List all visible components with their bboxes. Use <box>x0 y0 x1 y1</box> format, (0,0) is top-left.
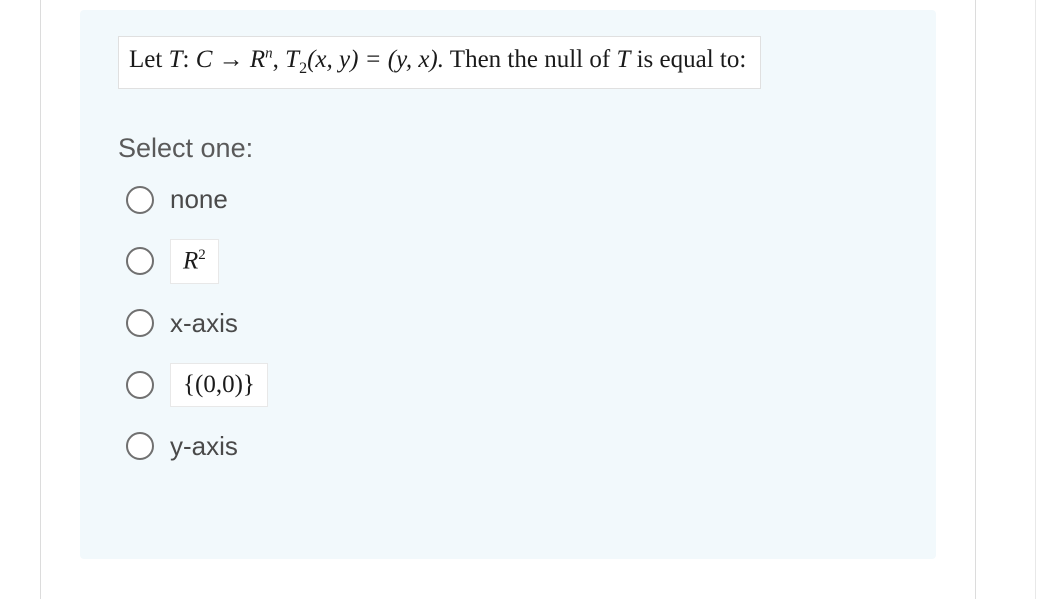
math-sup-n: n <box>265 46 273 62</box>
option-label: x-axis <box>170 308 238 339</box>
math-T: T <box>169 46 183 73</box>
option-math-sup: 2 <box>198 247 206 263</box>
question-suffix2: is equal to: <box>630 46 746 73</box>
question-text: Let T: C → Rn, T2(x, y) = (y, x). Then t… <box>129 46 746 73</box>
math-sub-2: 2 <box>299 60 307 77</box>
option-label: none <box>170 184 228 215</box>
option-row-r2[interactable]: R2 <box>126 239 898 283</box>
option-label: y-axis <box>170 431 238 462</box>
option-row-yaxis[interactable]: y-axis <box>126 431 898 462</box>
option-math-R: R <box>183 248 198 275</box>
radio-button[interactable] <box>126 186 154 214</box>
math-arrow: → <box>212 46 250 73</box>
select-prompt: Select one: <box>118 133 898 164</box>
question-prefix: Let <box>129 46 169 73</box>
options-list: none R2 x-axis {(0,0)} y-axis <box>118 184 898 461</box>
radio-button[interactable] <box>126 432 154 460</box>
question-stem-box: Let T: C → Rn, T2(x, y) = (y, x). Then t… <box>118 36 761 89</box>
math-T2: T <box>285 46 299 73</box>
math-C: C <box>196 46 213 73</box>
math-args: (x, y) = (y, x). <box>307 46 444 73</box>
math-colon: : <box>182 46 195 73</box>
option-row-xaxis[interactable]: x-axis <box>126 308 898 339</box>
radio-button[interactable] <box>126 371 154 399</box>
side-rule <box>1035 0 1036 599</box>
math-T-end: T <box>616 46 630 73</box>
option-label-box: {(0,0)} <box>170 363 268 407</box>
option-row-origin[interactable]: {(0,0)} <box>126 363 898 407</box>
option-row-none[interactable]: none <box>126 184 898 215</box>
radio-button[interactable] <box>126 309 154 337</box>
question-panel: Let T: C → Rn, T2(x, y) = (y, x). Then t… <box>80 10 936 559</box>
math-comma: , <box>273 46 286 73</box>
math-R: R <box>250 46 265 73</box>
option-label-box: R2 <box>170 239 219 283</box>
question-suffix: Then the null of <box>444 46 616 73</box>
radio-button[interactable] <box>126 247 154 275</box>
